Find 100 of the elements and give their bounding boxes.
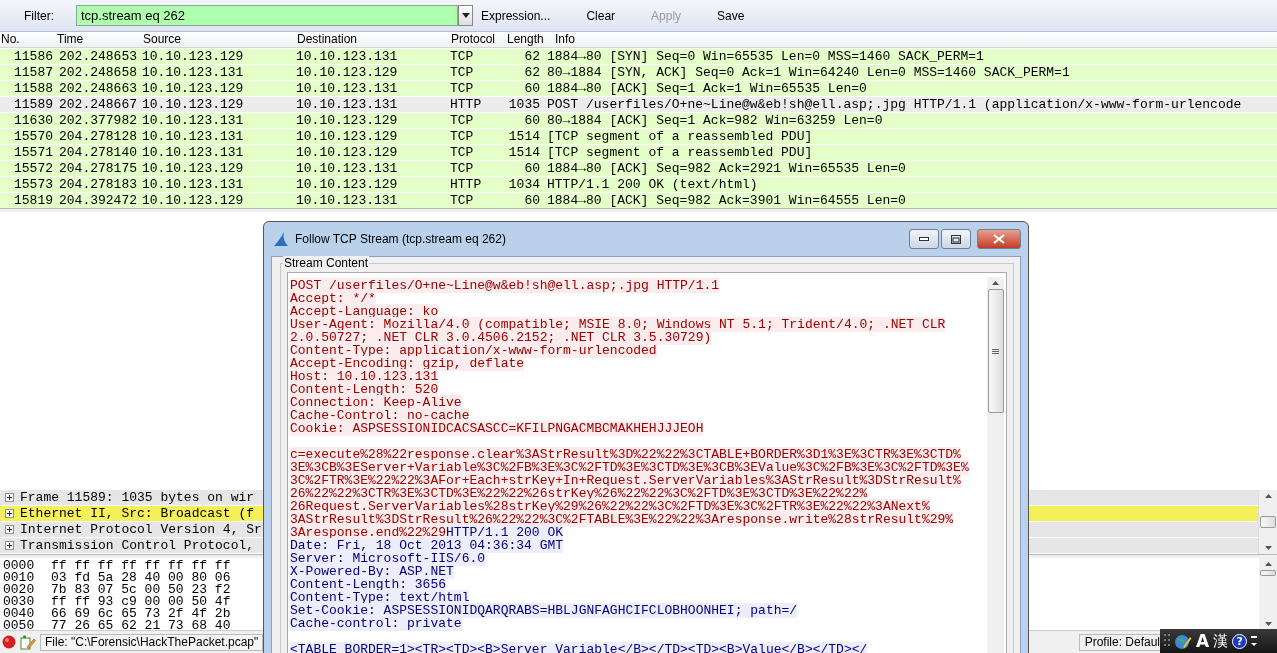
table-cell-text: 15573	[13, 177, 54, 193]
table-cell-text: 60	[523, 81, 541, 97]
hex-bytes: 77 26 65 62 21 73 68 40	[51, 618, 231, 630]
table-cell-text: 11586	[13, 49, 54, 65]
hex-bytes: 7b 83 07 5c 00 50 23 f2	[51, 582, 231, 597]
table-cell-text: 204.278183	[58, 177, 138, 193]
table-cell-text: 10.10.123.129	[142, 49, 245, 65]
tree-label: Ethernet II, Src: Broadcast (f	[20, 506, 255, 521]
stream-text: Cookie: ASPSESSIONIDCACSASCC=KFILPNGACMBCMAKHEHJJJEOH	[290, 421, 704, 436]
table-cell-text: 10.10.123.131	[142, 113, 245, 129]
table-cell-text: 15571	[13, 145, 54, 161]
table-cell-text: 202.248653	[58, 49, 138, 65]
stream-text: Date: Fri, 18 Oct 2013 04:36:34 GMT	[290, 538, 564, 553]
table-cell-text: 15819	[13, 193, 54, 209]
table-cell-text: 1884→80 [ACK] Seq=1 Ack=1 Win=65535 Len=0	[546, 81, 868, 97]
table-cell-text: 1884→80 [ACK] Seq=982 Ack=2921 Win=65535 Len=0	[546, 161, 907, 177]
table-cell-text: 62	[523, 49, 541, 65]
table-cell-text: 10.10.123.129	[296, 145, 399, 161]
stream-text: 3AStrResult%3DStrResult%26%22%22%3C%2FTABLE%3E%22%22%3Aresponse.write%28strResult%29%	[290, 512, 954, 527]
table-cell-text: 10.10.123.129	[142, 193, 245, 209]
table-cell-text: 10.10.123.131	[296, 81, 399, 97]
table-cell-text: 10.10.123.131	[142, 65, 245, 81]
table-cell-text: HTTP	[450, 177, 483, 193]
hex-offset: 0010	[3, 572, 36, 584]
table-cell-text: 62	[523, 65, 541, 81]
table-cell-text: 1514	[507, 145, 541, 161]
hex-bytes: ff ff ff ff ff ff ff ff	[51, 558, 231, 573]
stream-text: <TABLE BORDER=1><TR><TD><B>Server Variable</B></TD><TD><B>Value</B></TD></	[290, 642, 868, 653]
table-cell-text: 60	[523, 113, 541, 129]
table-cell-text: 10.10.123.131	[296, 97, 399, 113]
table-cell-text: TCP	[450, 193, 475, 209]
tree-label: Transmission Control Protocol,	[20, 538, 255, 553]
hex-bytes: 03 fd 5a 28 40 00 80 06	[51, 570, 231, 585]
hex-bytes: 66 69 6c 65 73 2f 4f 2b	[51, 606, 231, 621]
table-cell-text: 1884→80 [SYN] Seq=0 Win=65535 Len=0 MSS=1460 SACK_PERM=1	[546, 49, 985, 65]
table-cell-text: 60	[523, 193, 541, 209]
table-cell-text: 11587	[13, 65, 54, 81]
table-cell-text: 202.248667	[58, 97, 138, 113]
table-cell-text: TCP	[450, 145, 475, 161]
tree-label: Frame 11589: 1035 bytes on wir	[20, 490, 255, 505]
table-cell-text: [TCP segment of a reassembled PDU]	[546, 129, 814, 145]
table-cell-text: 10.10.123.131	[296, 193, 399, 209]
table-cell-text: POST /userfiles/O+ne~Line@w&eb!sh@ell.asp;.jpg HTTP/1.1 (application/x-www-form-urlencode	[546, 97, 1243, 113]
table-cell-text: 1034	[507, 177, 541, 193]
hex-offset: 0000	[3, 560, 36, 572]
table-cell-text: 10.10.123.129	[296, 113, 399, 129]
stream-text: User-Agent: Mozilla/4.0 (compatible; MSIE 8.0; Windows NT 5.1; Trident/4.0; .NET CLR	[290, 317, 946, 332]
file-path: File: "C:\Forensic\HackThePacket.pcap"	[40, 633, 264, 651]
table-cell-text: 10.10.123.131	[142, 145, 245, 161]
hex-bytes: ff ff 93 c9 00 00 50 4f	[51, 594, 231, 609]
table-cell-text: 204.278140	[58, 145, 138, 161]
stream-text: POST /userfiles/O+ne~Line@w&eb!sh@ell.asp;.jpg HTTP/1.1	[290, 278, 720, 293]
hex-offset: 0050	[3, 620, 36, 630]
table-cell-text: 10.10.123.129	[142, 81, 245, 97]
table-cell-text: 204.278128	[58, 129, 138, 145]
table-cell-text: 11588	[13, 81, 54, 97]
table-cell-text: 10.10.123.129	[296, 177, 399, 193]
stream-text: Accept-Encoding: gzip, deflate	[290, 356, 525, 371]
table-cell-text: 10.10.123.131	[296, 161, 399, 177]
group-label: Stream Content	[283, 256, 370, 270]
table-cell-text: 10.10.123.129	[142, 97, 245, 113]
table-cell-text: 204.392472	[58, 193, 138, 209]
table-cell-text: 10.10.123.129	[142, 161, 245, 177]
table-cell-text: 204.278175	[58, 161, 138, 177]
hex-offset: 0030	[3, 596, 36, 608]
table-cell-text: 10.10.123.129	[296, 129, 399, 145]
filter-label: Filter:	[24, 8, 55, 23]
table-cell-text: 202.377982	[58, 113, 138, 129]
table-cell-text: TCP	[450, 65, 475, 81]
table-cell-text: TCP	[450, 49, 475, 65]
table-cell-text: 10.10.123.131	[142, 129, 245, 145]
table-cell-text: TCP	[450, 81, 475, 97]
table-cell-text: 80→1884 [ACK] Seq=1 Ack=982 Win=63259 Len=0	[546, 113, 884, 129]
stream-text: Cache-control: private	[290, 616, 462, 631]
table-cell-text: 1884→80 [ACK] Seq=982 Ack=3901 Win=64555 Len=0	[546, 193, 907, 209]
table-cell-text: 202.248663	[58, 81, 138, 97]
hex-offset: 0040	[3, 608, 36, 620]
table-cell-text: HTTP	[450, 97, 483, 113]
stream-text: Content-Type: application/x-www-form-urlencoded	[290, 343, 657, 358]
table-cell-text: 202.248658	[58, 65, 138, 81]
window-title: Follow TCP Stream (tcp.stream eq 262)	[295, 232, 506, 246]
table-cell-text: 80→1884 [SYN, ACK] Seq=0 Ack=1 Win=64240 Len=0 MSS=1460 SACK_PERM=1	[546, 65, 1071, 81]
table-cell-text: 10.10.123.131	[142, 177, 245, 193]
table-cell-text: TCP	[450, 129, 475, 145]
table-cell-text: 11630	[13, 113, 54, 129]
tree-label: Internet Protocol Version 4, Sr	[20, 522, 262, 537]
table-cell-text: 1514	[507, 129, 541, 145]
table-cell-text: TCP	[450, 113, 475, 129]
hex-offset: 0020	[3, 584, 36, 596]
table-cell-text: HTTP/1.1 200 OK (text/html)	[546, 177, 759, 193]
table-cell-text: 10.10.123.131	[296, 49, 399, 65]
table-cell-text: [TCP segment of a reassembled PDU]	[546, 145, 814, 161]
table-cell-text: 15570	[13, 129, 54, 145]
table-cell-text: 1035	[507, 97, 541, 113]
table-cell-text: 11589	[13, 97, 54, 113]
table-cell-text: 60	[523, 161, 541, 177]
table-cell-text: 10.10.123.129	[296, 65, 399, 81]
table-cell-text: TCP	[450, 161, 475, 177]
table-cell-text: 15572	[13, 161, 54, 177]
stream-text: Set-Cookie: ASPSESSIONIDQARQRABS=HBLJGNFAGHCIFCLOBHOONHEI; path=/	[290, 603, 798, 618]
